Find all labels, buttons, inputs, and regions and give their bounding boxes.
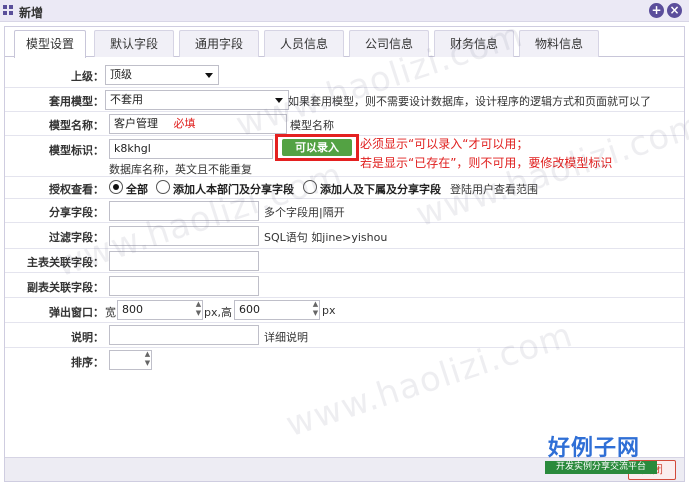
- close-icon[interactable]: ×: [667, 3, 682, 18]
- filter-field-hint: SQL语句 如jine>yishou: [264, 231, 388, 244]
- model-id-value: k8khgl: [114, 142, 151, 155]
- window-title: 新增: [19, 6, 44, 20]
- popup-unit1: px,高: [204, 306, 232, 319]
- desc-hint: 详细说明: [264, 331, 308, 344]
- popup-height-input[interactable]: 600: [234, 300, 320, 320]
- popup-width-value: 800: [122, 303, 143, 316]
- logo-subtitle: 开发实例分享交流平台: [545, 461, 657, 474]
- width-spinner-icon[interactable]: ▲ ▼: [194, 300, 203, 320]
- popup-width-input[interactable]: 800: [117, 300, 203, 320]
- logo-title: 好例子网: [548, 436, 641, 461]
- check-status-frame: 可以录入: [275, 134, 359, 161]
- grid-icon: [3, 5, 14, 16]
- auth-label: 授权查看：: [49, 183, 104, 196]
- parent-label: 上级：: [71, 70, 104, 83]
- model-name-label: 模型名称：: [49, 119, 104, 132]
- annotation-line1: 必须显示“可以录入“才可以用；: [360, 137, 529, 151]
- popup-height-value: 600: [239, 303, 260, 316]
- parent-select[interactable]: 顶级: [105, 65, 219, 85]
- tab-common-fields[interactable]: 通用字段: [179, 30, 259, 57]
- popup-unit2: px: [322, 304, 336, 317]
- row-sort: 排序： ▲ ▼: [5, 348, 684, 374]
- template-label: 套用模型：: [49, 95, 104, 108]
- tab-model-settings[interactable]: 模型设置: [14, 30, 86, 58]
- tab-material-info[interactable]: 物料信息: [519, 30, 599, 57]
- chevron-down-icon: [205, 73, 213, 78]
- sub-key-input[interactable]: [109, 276, 259, 296]
- height-spinner-icon[interactable]: ▲ ▼: [311, 300, 320, 320]
- desc-input[interactable]: [109, 325, 259, 345]
- radio-all-label: 全部: [126, 183, 148, 196]
- tab-staff-info[interactable]: 人员信息: [264, 30, 344, 57]
- model-id-label: 模型标识：: [49, 144, 104, 157]
- desc-label: 说明：: [71, 331, 104, 344]
- row-desc: 说明： 详细说明: [5, 323, 684, 348]
- row-model-name: 模型名称： 客户管理 必填 模型名称: [5, 112, 684, 136]
- template-value: 不套用: [110, 93, 143, 106]
- row-sub-key: 副表关联字段：: [5, 273, 684, 298]
- model-name-value: 客户管理: [114, 117, 158, 130]
- required-note: 必填: [173, 117, 196, 130]
- row-popup: 弹出窗口： 宽 800 ▲ ▼ px,高 600 ▲ ▼ px: [5, 298, 684, 323]
- radio-all[interactable]: [109, 180, 123, 194]
- popup-width-label: 宽: [105, 306, 116, 319]
- popup-label: 弹出窗口：: [49, 306, 104, 319]
- row-share-field: 分享字段： 多个字段用|隔开: [5, 199, 684, 223]
- parent-value: 顶级: [110, 68, 132, 81]
- tab-bar: 模型设置 默认字段 通用字段 人员信息 公司信息 财务信息 物料信息: [5, 27, 684, 58]
- tab-default-fields[interactable]: 默认字段: [94, 30, 174, 57]
- share-field-label: 分享字段：: [49, 206, 104, 219]
- window-titlebar: 新增 + ×: [0, 0, 689, 22]
- radio-dept[interactable]: [156, 180, 170, 194]
- available-button[interactable]: 可以录入: [282, 139, 352, 156]
- site-logo: 好例子网 开发实例分享交流平台: [545, 428, 657, 478]
- maximize-icon[interactable]: +: [649, 3, 664, 18]
- sort-label: 排序：: [71, 356, 104, 369]
- model-id-hint: 数据库名称，英文且不能重复: [109, 163, 252, 176]
- sort-spinner-icon[interactable]: ▲ ▼: [143, 350, 152, 370]
